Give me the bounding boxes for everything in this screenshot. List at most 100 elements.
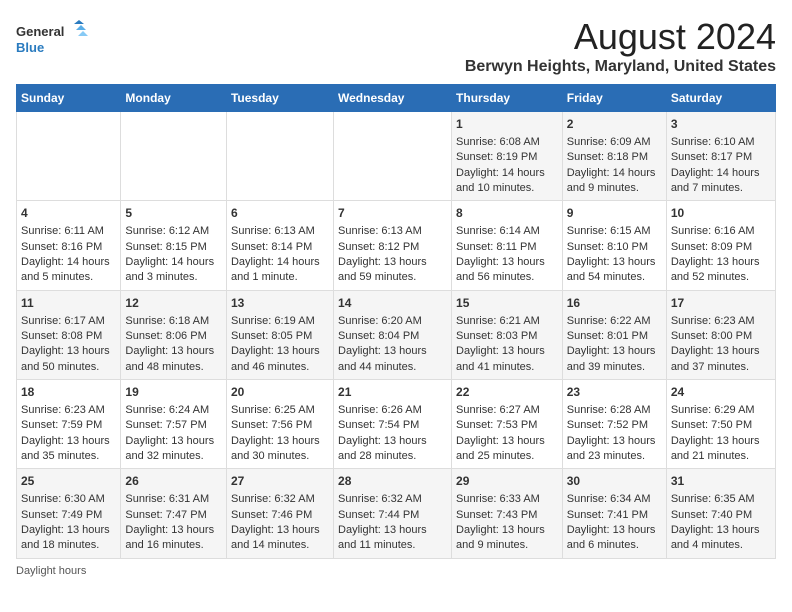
calendar-cell: 28 Sunrise: 6:32 AMSunset: 7:44 PMDayligh… bbox=[334, 469, 452, 558]
page-title: August 2024 bbox=[465, 16, 776, 58]
day-number: 11 bbox=[21, 295, 116, 312]
day-info: Sunrise: 6:34 AMSunset: 7:41 PMDaylight:… bbox=[567, 493, 656, 551]
day-info: Sunrise: 6:20 AMSunset: 8:04 PMDaylight:… bbox=[338, 315, 427, 373]
header: General Blue August 2024 Berwyn Heights,… bbox=[16, 16, 776, 76]
day-number: 25 bbox=[21, 473, 116, 490]
day-number: 15 bbox=[456, 295, 558, 312]
day-number: 26 bbox=[125, 473, 222, 490]
day-info: Sunrise: 6:22 AMSunset: 8:01 PMDaylight:… bbox=[567, 315, 656, 373]
calendar-cell bbox=[121, 112, 227, 201]
svg-text:General: General bbox=[16, 24, 64, 39]
day-number: 1 bbox=[456, 116, 558, 133]
calendar-cell bbox=[334, 112, 452, 201]
calendar-cell: 26Sunrise: 6:31 AMSunset: 7:47 PMDayligh… bbox=[121, 469, 227, 558]
calendar-body: 1 Sunrise: 6:08 AMSunset: 8:19 PMDaylight… bbox=[17, 112, 776, 559]
calendar-cell: 17Sunrise: 6:23 AMSunset: 8:00 PMDayligh… bbox=[666, 290, 775, 379]
day-number: 4 bbox=[21, 205, 116, 222]
calendar-cell: 22 Sunrise: 6:27 AMSunset: 7:53 PMDayligh… bbox=[452, 380, 563, 469]
calendar-cell: 24 Sunrise: 6:29 AMSunset: 7:50 PMDayligh… bbox=[666, 380, 775, 469]
calendar-cell: 29Sunrise: 6:33 AMSunset: 7:43 PMDayligh… bbox=[452, 469, 563, 558]
calendar-week-row: 11 Sunrise: 6:17 AMSunset: 8:08 PMDayligh… bbox=[17, 290, 776, 379]
calendar-cell: 27 Sunrise: 6:32 AMSunset: 7:46 PMDayligh… bbox=[226, 469, 333, 558]
calendar-cell: 21Sunrise: 6:26 AMSunset: 7:54 PMDayligh… bbox=[334, 380, 452, 469]
calendar-cell: 12Sunrise: 6:18 AMSunset: 8:06 PMDayligh… bbox=[121, 290, 227, 379]
day-number: 6 bbox=[231, 205, 329, 222]
day-number: 13 bbox=[231, 295, 329, 312]
day-number: 7 bbox=[338, 205, 447, 222]
calendar-cell: 20 Sunrise: 6:25 AMSunset: 7:56 PMDayligh… bbox=[226, 380, 333, 469]
calendar-cell: 2Sunrise: 6:09 AMSunset: 8:18 PMDaylight… bbox=[562, 112, 666, 201]
day-number: 30 bbox=[567, 473, 662, 490]
logo-svg: General Blue bbox=[16, 20, 96, 62]
calendar-cell: 18 Sunrise: 6:23 AMSunset: 7:59 PMDayligh… bbox=[17, 380, 121, 469]
day-info: Sunrise: 6:24 AMSunset: 7:57 PMDaylight:… bbox=[125, 404, 214, 462]
calendar-cell: 14 Sunrise: 6:20 AMSunset: 8:04 PMDayligh… bbox=[334, 290, 452, 379]
day-info: Sunrise: 6:13 AMSunset: 8:12 PMDaylight:… bbox=[338, 225, 427, 283]
day-number: 28 bbox=[338, 473, 447, 490]
day-info: Sunrise: 6:28 AMSunset: 7:52 PMDaylight:… bbox=[567, 404, 656, 462]
day-number: 18 bbox=[21, 384, 116, 401]
day-number: 23 bbox=[567, 384, 662, 401]
header-row: SundayMondayTuesdayWednesdayThursdayFrid… bbox=[17, 85, 776, 112]
day-info: Sunrise: 6:33 AMSunset: 7:43 PMDaylight:… bbox=[456, 493, 545, 551]
calendar-cell: 15 Sunrise: 6:21 AMSunset: 8:03 PMDayligh… bbox=[452, 290, 563, 379]
day-info: Sunrise: 6:23 AMSunset: 7:59 PMDaylight:… bbox=[21, 404, 110, 462]
day-info: Sunrise: 6:25 AMSunset: 7:56 PMDaylight:… bbox=[231, 404, 320, 462]
day-number: 12 bbox=[125, 295, 222, 312]
calendar-cell: 5Sunrise: 6:12 AMSunset: 8:15 PMDaylight… bbox=[121, 201, 227, 290]
day-info: Sunrise: 6:35 AMSunset: 7:40 PMDaylight:… bbox=[671, 493, 760, 551]
day-number: 5 bbox=[125, 205, 222, 222]
calendar-cell: 13Sunrise: 6:19 AMSunset: 8:05 PMDayligh… bbox=[226, 290, 333, 379]
calendar-cell: 25 Sunrise: 6:30 AMSunset: 7:49 PMDayligh… bbox=[17, 469, 121, 558]
calendar-week-row: 1 Sunrise: 6:08 AMSunset: 8:19 PMDaylight… bbox=[17, 112, 776, 201]
day-number: 19 bbox=[125, 384, 222, 401]
day-info: Sunrise: 6:13 AMSunset: 8:14 PMDaylight:… bbox=[231, 225, 320, 283]
calendar-cell: 10 Sunrise: 6:16 AMSunset: 8:09 PMDayligh… bbox=[666, 201, 775, 290]
day-number: 14 bbox=[338, 295, 447, 312]
calendar-cell: 1 Sunrise: 6:08 AMSunset: 8:19 PMDaylight… bbox=[452, 112, 563, 201]
day-info: Sunrise: 6:10 AMSunset: 8:17 PMDaylight:… bbox=[671, 136, 760, 194]
day-number: 16 bbox=[567, 295, 662, 312]
day-info: Sunrise: 6:29 AMSunset: 7:50 PMDaylight:… bbox=[671, 404, 760, 462]
day-info: Sunrise: 6:27 AMSunset: 7:53 PMDaylight:… bbox=[456, 404, 545, 462]
day-info: Sunrise: 6:11 AMSunset: 8:16 PMDaylight:… bbox=[21, 225, 110, 283]
calendar-cell bbox=[17, 112, 121, 201]
day-number: 20 bbox=[231, 384, 329, 401]
day-info: Sunrise: 6:09 AMSunset: 8:18 PMDaylight:… bbox=[567, 136, 656, 194]
svg-text:Blue: Blue bbox=[16, 40, 44, 55]
calendar-cell: 30 Sunrise: 6:34 AMSunset: 7:41 PMDayligh… bbox=[562, 469, 666, 558]
day-number: 9 bbox=[567, 205, 662, 222]
day-number: 10 bbox=[671, 205, 771, 222]
header-cell-friday: Friday bbox=[562, 85, 666, 112]
calendar-cell: 6 Sunrise: 6:13 AMSunset: 8:14 PMDaylight… bbox=[226, 201, 333, 290]
day-info: Sunrise: 6:30 AMSunset: 7:49 PMDaylight:… bbox=[21, 493, 110, 551]
day-info: Sunrise: 6:08 AMSunset: 8:19 PMDaylight:… bbox=[456, 136, 545, 194]
logo: General Blue bbox=[16, 20, 96, 62]
header-cell-wednesday: Wednesday bbox=[334, 85, 452, 112]
day-info: Sunrise: 6:14 AMSunset: 8:11 PMDaylight:… bbox=[456, 225, 545, 283]
day-number: 3 bbox=[671, 116, 771, 133]
day-number: 24 bbox=[671, 384, 771, 401]
calendar-cell bbox=[226, 112, 333, 201]
calendar-cell: 11 Sunrise: 6:17 AMSunset: 8:08 PMDayligh… bbox=[17, 290, 121, 379]
calendar-cell: 23 Sunrise: 6:28 AMSunset: 7:52 PMDayligh… bbox=[562, 380, 666, 469]
calendar-table: SundayMondayTuesdayWednesdayThursdayFrid… bbox=[16, 84, 776, 559]
day-info: Sunrise: 6:17 AMSunset: 8:08 PMDaylight:… bbox=[21, 315, 110, 373]
day-info: Sunrise: 6:21 AMSunset: 8:03 PMDaylight:… bbox=[456, 315, 545, 373]
day-number: 27 bbox=[231, 473, 329, 490]
title-area: August 2024 Berwyn Heights, Maryland, Un… bbox=[465, 16, 776, 76]
calendar-cell: 9 Sunrise: 6:15 AMSunset: 8:10 PMDaylight… bbox=[562, 201, 666, 290]
day-info: Sunrise: 6:16 AMSunset: 8:09 PMDaylight:… bbox=[671, 225, 760, 283]
daylight-footer: Daylight hours bbox=[16, 565, 776, 577]
day-number: 21 bbox=[338, 384, 447, 401]
day-number: 22 bbox=[456, 384, 558, 401]
page-subtitle: Berwyn Heights, Maryland, United States bbox=[465, 58, 776, 76]
calendar-cell: 31 Sunrise: 6:35 AMSunset: 7:40 PMDayligh… bbox=[666, 469, 775, 558]
header-cell-tuesday: Tuesday bbox=[226, 85, 333, 112]
day-number: 31 bbox=[671, 473, 771, 490]
calendar-week-row: 4 Sunrise: 6:11 AMSunset: 8:16 PMDaylight… bbox=[17, 201, 776, 290]
day-info: Sunrise: 6:15 AMSunset: 8:10 PMDaylight:… bbox=[567, 225, 656, 283]
header-cell-monday: Monday bbox=[121, 85, 227, 112]
day-info: Sunrise: 6:32 AMSunset: 7:46 PMDaylight:… bbox=[231, 493, 320, 551]
day-info: Sunrise: 6:32 AMSunset: 7:44 PMDaylight:… bbox=[338, 493, 427, 551]
